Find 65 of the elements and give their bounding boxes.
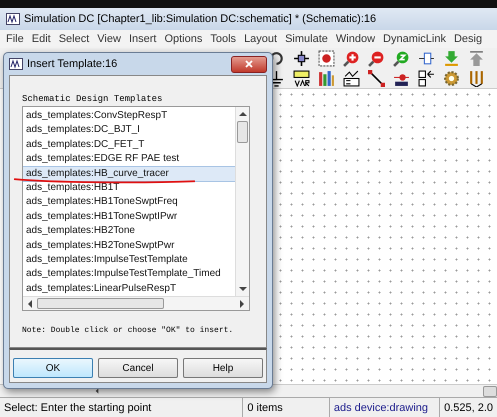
status-message: Select: Enter the starting point: [0, 398, 244, 417]
template-item[interactable]: ads_templates:HB1T: [23, 180, 235, 196]
close-icon: [245, 60, 253, 68]
template-item[interactable]: ads_templates:HB1ToneSwptIPwr: [23, 210, 235, 224]
menu-item[interactable]: DynamicLink: [383, 33, 446, 45]
template-item[interactable]: ads_templates:DC_BJT_I: [23, 123, 235, 138]
template-item[interactable]: ads_templates:HB2Tone: [23, 224, 235, 239]
scroll-thumb[interactable]: [483, 386, 497, 396]
template-item[interactable]: ads_templates:ConvStepRespT: [23, 109, 235, 124]
scroll-left-icon[interactable]: [27, 300, 33, 308]
template-item[interactable]: ads_templates:ImpulseTestTemplate_Timed: [23, 267, 235, 282]
menu-item[interactable]: Layout: [244, 33, 278, 45]
vertical-scrollbar[interactable]: [235, 107, 249, 296]
swap-icon[interactable]: [418, 70, 435, 86]
gear-icon[interactable]: [443, 70, 460, 86]
dialog-button[interactable]: OK: [13, 358, 93, 378]
menu-item[interactable]: File: [6, 33, 24, 45]
list-label: Schematic Design Templates: [22, 94, 164, 104]
status-coordinates: 0.525, 2.0: [443, 400, 494, 416]
template-item[interactable]: ads_templates:LinearPulseRespT: [23, 282, 235, 296]
status-layer: ads device:drawing: [330, 398, 440, 417]
template-item[interactable]: ads_templates:HB1ToneSwptFreq: [23, 195, 235, 210]
menu-item[interactable]: Tools: [210, 33, 236, 45]
status-item-count: 0 items: [243, 398, 330, 417]
menu-item[interactable]: Options: [164, 33, 202, 45]
menu-item[interactable]: Insert: [128, 33, 156, 45]
dialog-button[interactable]: Help: [183, 358, 263, 378]
note-text: Note: Double click or choose "OK" to insert.: [22, 325, 234, 338]
books-icon[interactable]: [318, 70, 335, 86]
scroll-down-icon[interactable]: [238, 286, 246, 292]
scroll-thumb[interactable]: [37, 298, 164, 310]
horizontal-scrollbar[interactable]: [23, 296, 249, 310]
connect-icon[interactable]: [418, 50, 435, 66]
window-title: Simulation DC [Chapter1_lib:Simulation DC:schematic] * (Schematic):16: [24, 13, 376, 25]
menu-item[interactable]: Simulate: [285, 33, 328, 45]
template-item[interactable]: ads_templates:ImpulseTestTemplate: [23, 252, 235, 268]
close-button[interactable]: [231, 56, 267, 72]
app-icon: [6, 13, 20, 25]
zoom-out-icon[interactable]: [368, 50, 385, 66]
wire-icon[interactable]: [368, 70, 385, 86]
dialog-title: Insert Template:16: [27, 58, 118, 70]
template-item[interactable]: ads_templates:HB2ToneSwptPwr: [23, 238, 235, 253]
app-icon: [9, 58, 23, 70]
template-item[interactable]: ads_templates:DC_FET_T: [23, 138, 235, 152]
scroll-up-icon[interactable]: [238, 111, 246, 117]
menu-item[interactable]: Select: [58, 33, 90, 45]
zoom-in-icon[interactable]: [343, 50, 360, 66]
scroll-left-icon[interactable]: [95, 387, 99, 395]
zoom-area-icon[interactable]: [318, 50, 335, 66]
equation-icon[interactable]: [343, 70, 360, 86]
template-item[interactable]: ads_templates:HB_curve_tracer: [23, 166, 235, 181]
menu-item[interactable]: View: [97, 33, 121, 45]
zoom-fit-icon[interactable]: [393, 50, 410, 66]
probe-icon[interactable]: [468, 70, 485, 86]
menu-item[interactable]: Window: [336, 33, 376, 45]
template-item[interactable]: ads_templates:EDGE RF PAE test: [23, 152, 235, 167]
variable-icon[interactable]: [293, 70, 310, 86]
push-down-icon[interactable]: [443, 50, 460, 66]
menu-item[interactable]: Desig: [454, 33, 482, 45]
scroll-right-icon[interactable]: [239, 300, 245, 308]
scroll-thumb[interactable]: [237, 121, 248, 143]
menu-item[interactable]: Edit: [32, 33, 51, 45]
dialog-button[interactable]: Cancel: [98, 358, 178, 378]
pop-up-icon[interactable]: [468, 50, 485, 66]
move-icon[interactable]: [293, 50, 310, 66]
